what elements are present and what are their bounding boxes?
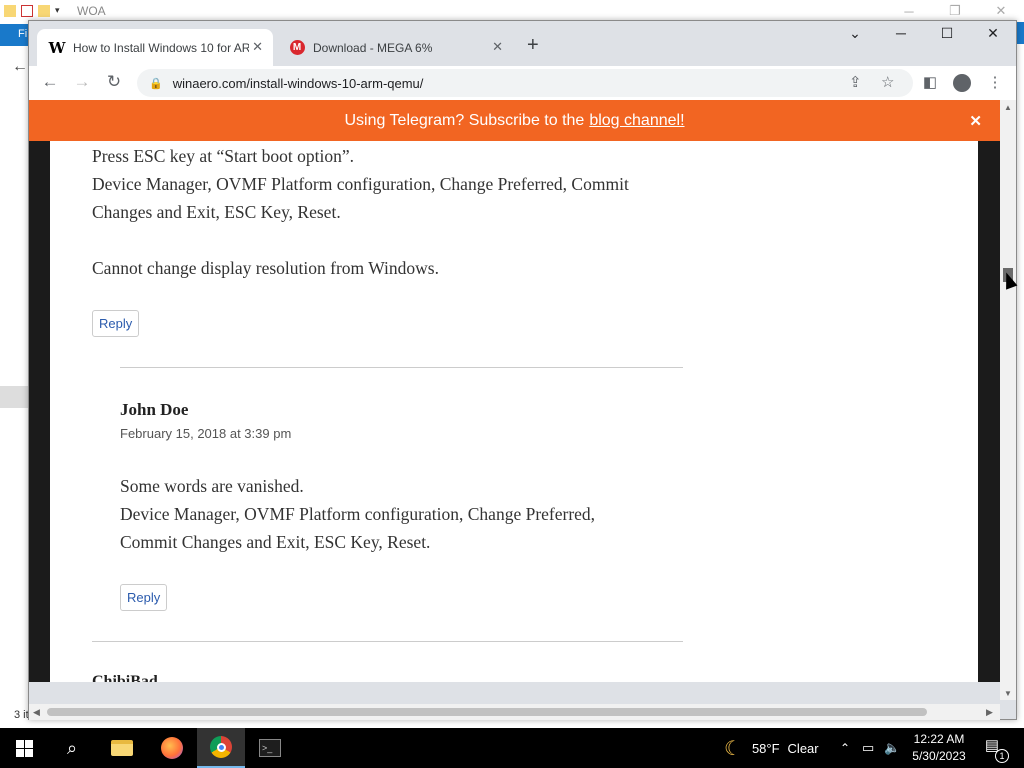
tab-title: How to Install Windows 10 for ARM bbox=[73, 40, 249, 55]
vertical-scrollbar[interactable]: ▲ ▼ bbox=[1000, 100, 1016, 700]
back-icon[interactable]: ← bbox=[38, 72, 62, 92]
ribbon-file-tab[interactable]: Fi bbox=[0, 24, 30, 46]
forward-icon[interactable]: → bbox=[70, 72, 94, 92]
new-folder-icon[interactable] bbox=[38, 5, 50, 17]
reply-button[interactable]: Reply bbox=[92, 310, 140, 337]
tab-search-icon[interactable]: ⌄ bbox=[832, 25, 878, 42]
network-icon[interactable]: ▭ bbox=[862, 728, 874, 768]
nav-pane-selected-item[interactable] bbox=[0, 386, 28, 408]
chevron-down-icon[interactable]: ▾ bbox=[55, 5, 67, 17]
comment-divider bbox=[120, 367, 683, 368]
comment-divider bbox=[92, 641, 683, 642]
new-tab-icon[interactable]: + bbox=[527, 34, 539, 57]
comment-line: Commit Changes and Exit, ESC Key, Reset. bbox=[120, 532, 431, 552]
weather-temp: 58°F bbox=[751, 740, 780, 756]
menu-kebab-icon[interactable]: ⋮ bbox=[985, 73, 1005, 91]
comment-line: Device Manager, OVMF Platform configurat… bbox=[120, 504, 596, 524]
comment-line: Cannot change display resolution from Wi… bbox=[92, 258, 439, 278]
back-arrow-icon[interactable]: ← bbox=[12, 58, 28, 76]
url-text: winaero.com/install-windows-10-arm-qemu/ bbox=[172, 75, 424, 91]
start-button[interactable] bbox=[0, 728, 48, 768]
reply-button[interactable]: Reply bbox=[120, 584, 168, 611]
comment-text: Press ESC key at “Start boot option”. De… bbox=[92, 142, 629, 282]
weather-widget[interactable]: ☾ 58°F Clear bbox=[724, 728, 819, 768]
chrome-icon bbox=[210, 736, 232, 758]
quick-access-toolbar: ▾ bbox=[0, 5, 67, 17]
comment-line: Some words are vanished. bbox=[120, 476, 304, 496]
folder-icon[interactable] bbox=[4, 5, 16, 17]
blog-channel-link[interactable]: blog channel! bbox=[589, 112, 684, 130]
mega-favicon-icon: M bbox=[289, 40, 305, 56]
scroll-up-icon[interactable]: ▲ bbox=[1004, 103, 1012, 112]
notification-count-badge: 1 bbox=[995, 749, 1009, 763]
explorer-title: WOA bbox=[77, 4, 106, 18]
close-icon[interactable]: ✕ bbox=[978, 0, 1024, 22]
profile-avatar-icon[interactable] bbox=[953, 74, 973, 92]
firefox-taskbar-button[interactable] bbox=[148, 728, 196, 768]
reload-icon[interactable]: ↻ bbox=[102, 72, 126, 92]
comment-text: Some words are vanished. Device Manager,… bbox=[120, 472, 595, 556]
side-panel-icon[interactable]: ◧ bbox=[920, 73, 940, 91]
page-viewport: Using Telegram? Subscribe to the blog ch… bbox=[29, 100, 1000, 682]
search-icon[interactable]: ⌕ bbox=[48, 728, 96, 768]
chrome-taskbar-button[interactable] bbox=[197, 728, 245, 768]
comments-section: Press ESC key at “Start boot option”. De… bbox=[50, 141, 978, 682]
taskbar: ⌕ >_ ☾ 58°F Clear ⌃ ▭ 🔈 12:22 AM 5/30/20… bbox=[0, 728, 1024, 768]
clock-date: 5/30/2023 bbox=[912, 749, 966, 763]
firefox-icon bbox=[161, 737, 183, 759]
banner-text: Using Telegram? Subscribe to the bbox=[344, 111, 585, 129]
tab-title: Download - MEGA 6% bbox=[313, 40, 433, 55]
properties-icon[interactable] bbox=[21, 5, 33, 17]
close-icon[interactable]: ✕ bbox=[970, 25, 1016, 42]
maximize-icon[interactable]: ☐ bbox=[924, 25, 970, 42]
weather-text: Clear bbox=[787, 740, 819, 756]
close-tab-icon[interactable]: ✕ bbox=[252, 39, 263, 55]
comment-date[interactable]: February 15, 2018 at 3:39 pm bbox=[120, 426, 291, 441]
telegram-banner: Using Telegram? Subscribe to the blog ch… bbox=[29, 100, 1000, 141]
share-icon[interactable]: ⇪ bbox=[849, 73, 862, 91]
scroll-right-icon[interactable]: ▶ bbox=[986, 707, 993, 718]
horizontal-scrollbar[interactable]: ◀ ▶ bbox=[29, 704, 1000, 720]
tab-strip: W How to Install Windows 10 for ARM ✕ M … bbox=[29, 21, 1016, 66]
show-hidden-icons-icon[interactable]: ⌃ bbox=[840, 728, 850, 768]
minimize-icon[interactable]: ─ bbox=[878, 25, 924, 41]
volume-muted-icon[interactable]: 🔈 bbox=[884, 728, 900, 768]
comment-line: Device Manager, OVMF Platform configurat… bbox=[92, 174, 629, 194]
ribbon-help-icon[interactable] bbox=[1016, 22, 1024, 44]
terminal-icon: >_ bbox=[259, 739, 281, 757]
explorer-titlebar: ▾ WOA ─ ❐ ✕ bbox=[0, 0, 1024, 22]
tab-winaero[interactable]: W How to Install Windows 10 for ARM ✕ bbox=[37, 29, 273, 66]
comment-line: Changes and Exit, ESC Key, Reset. bbox=[92, 202, 341, 222]
address-bar[interactable]: 🔒 winaero.com/install-windows-10-arm-qem… bbox=[137, 69, 913, 97]
close-tab-icon[interactable]: ✕ bbox=[492, 39, 503, 55]
chrome-window: W How to Install Windows 10 for ARM ✕ M … bbox=[28, 20, 1017, 720]
close-icon[interactable]: ✕ bbox=[969, 112, 982, 130]
terminal-taskbar-button[interactable]: >_ bbox=[246, 728, 294, 768]
folder-icon bbox=[111, 740, 133, 756]
comment-author[interactable]: ChibiBad bbox=[92, 673, 158, 682]
browser-toolbar: ← → ↻ 🔒 winaero.com/install-windows-10-a… bbox=[29, 66, 1016, 100]
tab-mega[interactable]: M Download - MEGA 6% ✕ bbox=[277, 29, 513, 66]
clock[interactable]: 12:22 AM 5/30/2023 bbox=[908, 731, 970, 765]
file-explorer-taskbar-button[interactable] bbox=[98, 728, 146, 768]
winaero-favicon-icon: W bbox=[48, 38, 66, 57]
scroll-down-icon[interactable]: ▼ bbox=[1004, 689, 1012, 698]
lock-icon[interactable]: 🔒 bbox=[149, 77, 163, 90]
windows-logo-icon bbox=[15, 739, 33, 757]
minimize-icon[interactable]: ─ bbox=[886, 0, 932, 22]
clock-time: 12:22 AM bbox=[913, 732, 965, 746]
restore-icon[interactable]: ❐ bbox=[932, 0, 978, 22]
scroll-left-icon[interactable]: ◀ bbox=[33, 707, 40, 718]
moon-icon: ☾ bbox=[724, 737, 742, 760]
bookmark-star-icon[interactable]: ☆ bbox=[881, 73, 894, 91]
comment-author[interactable]: John Doe bbox=[120, 400, 188, 420]
comment-line: Press ESC key at “Start boot option”. bbox=[92, 146, 354, 166]
scrollbar-thumb[interactable] bbox=[47, 708, 927, 716]
explorer-window-controls: ─ ❐ ✕ bbox=[886, 0, 1024, 22]
